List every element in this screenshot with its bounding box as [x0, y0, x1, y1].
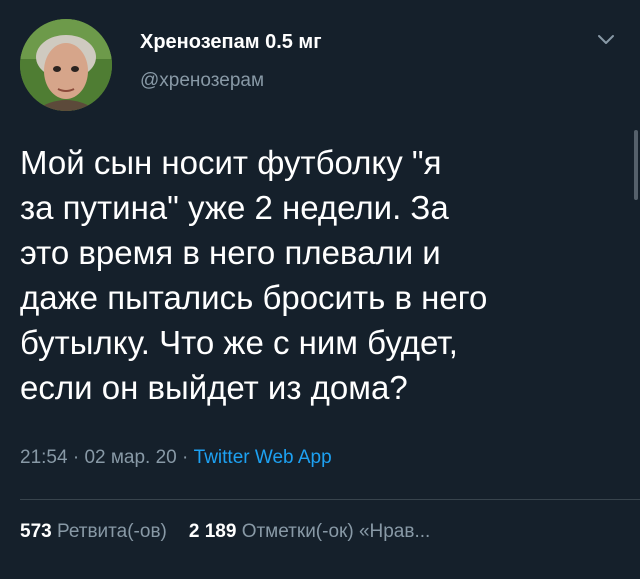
meta-separator: · — [67, 447, 85, 468]
retweets-label: Ретвита(-ов) — [56, 521, 167, 542]
tweet-meta: 21:54 · 02 мар. 20 · Twitter Web App — [20, 447, 332, 469]
tweet-source-link[interactable]: Twitter Web App — [194, 447, 332, 468]
tweet-date[interactable]: 02 мар. 20 — [84, 447, 176, 468]
retweets-count: 573 — [20, 521, 52, 542]
tweet-text: Мой сын носит футболку "я за путина" уже… — [20, 144, 488, 406]
avatar[interactable] — [20, 19, 112, 111]
likes-count: 2 189 — [188, 521, 237, 542]
tweet-stats: 573 Ретвита(-ов) 2 189 Отметки(-ок) «Нрав… — [20, 521, 430, 543]
chevron-down-icon[interactable] — [597, 34, 615, 46]
tweet-card: Хренозепам 0.5 мг @хренозерам Мой сын но… — [0, 0, 640, 579]
likes-stat[interactable]: 2 189 Отметки(-ок) «Нрав... — [189, 521, 430, 542]
tweet-time[interactable]: 21:54 — [20, 447, 68, 468]
author-handle[interactable]: @хренозерам — [140, 70, 264, 92]
divider — [20, 499, 640, 500]
author-display-name[interactable]: Хренозепам 0.5 мг — [140, 31, 322, 54]
likes-label: Отметки(-ок) «Нрав... — [241, 521, 431, 542]
scrollbar[interactable] — [634, 130, 638, 200]
retweets-stat[interactable]: 573 Ретвита(-ов) — [20, 521, 167, 542]
meta-separator: · — [176, 447, 194, 468]
